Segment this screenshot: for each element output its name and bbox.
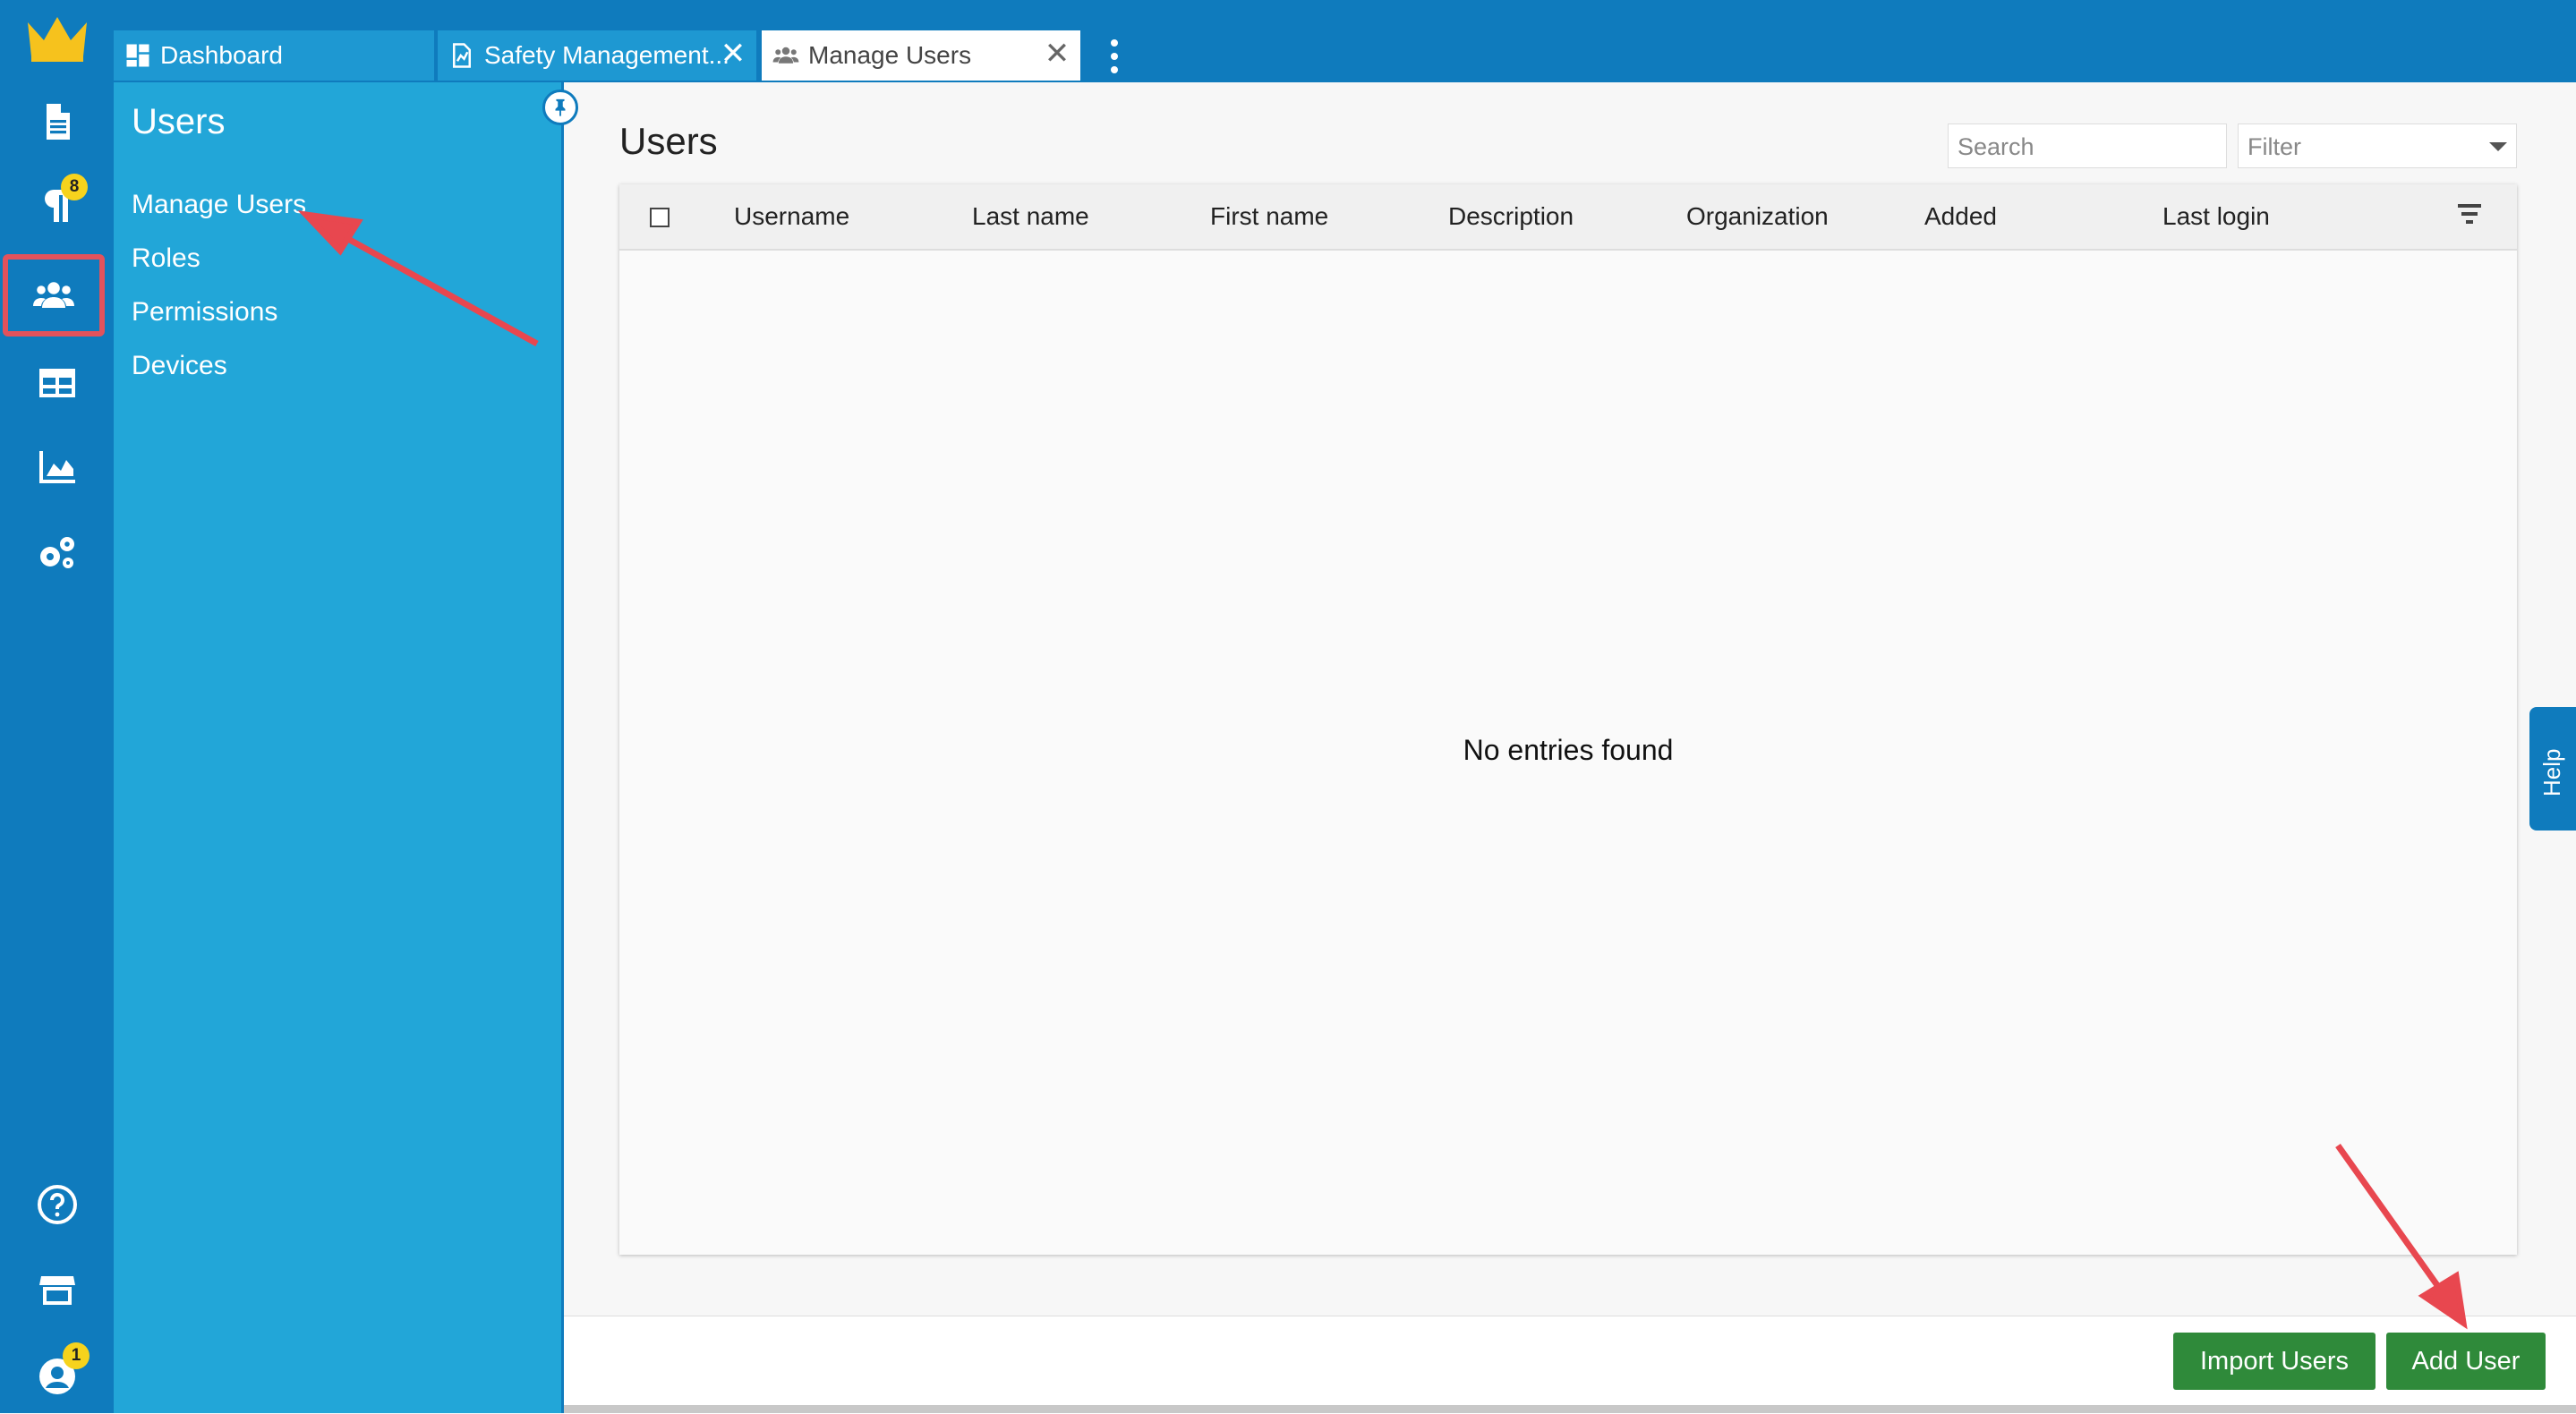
search-input[interactable]: Search (1948, 124, 2227, 168)
tab-label: Manage Users (808, 41, 972, 69)
column-header-last-name[interactable]: Last name (972, 202, 1089, 231)
help-label: Help (2538, 748, 2565, 796)
tab-label: Dashboard (160, 41, 283, 69)
help-tab[interactable]: Help (2529, 707, 2576, 831)
users-icon (771, 40, 801, 71)
user-account-icon[interactable]: 1 (0, 1341, 114, 1412)
notification-badge: 1 (63, 1342, 90, 1369)
import-users-button[interactable]: Import Users (2173, 1333, 2376, 1390)
filter-placeholder: Filter (2248, 133, 2301, 160)
app-rail: 8 1 (0, 0, 114, 1413)
empty-state-text: No entries found (1463, 734, 1674, 766)
store-icon[interactable] (0, 1255, 114, 1326)
submenu-item-permissions[interactable]: Permissions (132, 297, 277, 328)
crown-logo-icon[interactable] (0, 4, 114, 75)
tab-dashboard[interactable]: Dashboard (114, 30, 434, 81)
notification-badge: 8 (61, 174, 88, 200)
table-header: Username Last name First name Descriptio… (619, 184, 2517, 251)
close-icon[interactable]: ✕ (715, 36, 751, 72)
column-header-organization[interactable]: Organization (1686, 202, 1829, 231)
tab-manage-users[interactable]: Manage Users ✕ (762, 30, 1080, 81)
column-header-first-name[interactable]: First name (1210, 202, 1328, 231)
filter-select[interactable]: Filter (2238, 124, 2517, 168)
horizontal-scrollbar[interactable] (564, 1405, 2576, 1413)
column-header-description[interactable]: Description (1448, 202, 1574, 231)
tab-safety-management[interactable]: Safety Management... ✕ (438, 30, 756, 81)
page-title: Users (619, 120, 718, 162)
users-submenu-panel: Users Manage Users Roles Permissions Dev… (114, 82, 561, 1413)
document-chart-icon (447, 40, 477, 71)
paragraph-icon[interactable]: 8 (0, 170, 114, 242)
pin-icon[interactable] (542, 89, 578, 125)
column-header-added[interactable]: Added (1924, 202, 1997, 231)
tab-label: Safety Management... (484, 41, 729, 69)
column-header-username[interactable]: Username (734, 202, 849, 231)
tab-bar: Dashboard Safety Management... ✕ Manage … (114, 0, 2576, 82)
column-header-last-login[interactable]: Last login (2162, 202, 2270, 231)
more-options-icon[interactable] (1104, 36, 1125, 77)
gears-icon[interactable] (0, 517, 114, 589)
close-icon[interactable]: ✕ (1039, 36, 1075, 72)
users-icon[interactable] (3, 254, 105, 336)
help-circle-icon[interactable] (0, 1169, 114, 1240)
area-chart-icon[interactable] (0, 431, 114, 503)
panel-divider (561, 82, 564, 1413)
column-filter-icon[interactable] (2456, 204, 2483, 226)
submenu-item-roles[interactable]: Roles (132, 243, 200, 274)
submenu-item-devices[interactable]: Devices (132, 351, 227, 381)
add-user-button[interactable]: Add User (2386, 1333, 2546, 1390)
document-icon[interactable] (0, 86, 114, 158)
users-table: Username Last name First name Descriptio… (619, 184, 2517, 1255)
dashboard-icon (123, 40, 153, 71)
table-icon[interactable] (0, 347, 114, 419)
submenu-item-manage-users[interactable]: Manage Users (132, 190, 306, 220)
panel-title: Users (132, 102, 226, 141)
select-all-checkbox[interactable] (650, 208, 670, 227)
chevron-down-icon (2489, 142, 2507, 151)
